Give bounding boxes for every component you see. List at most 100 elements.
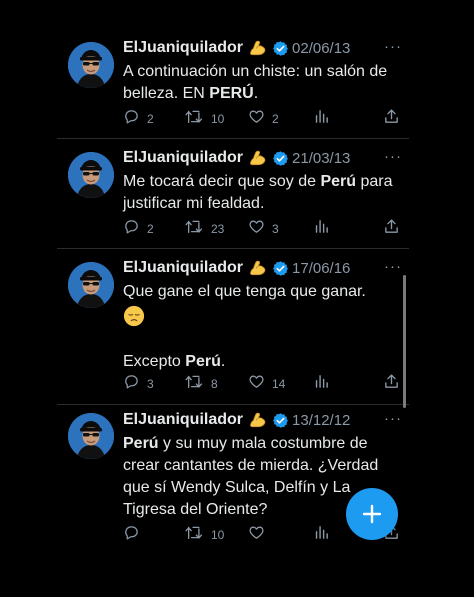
retweet-icon [185, 524, 204, 546]
like-button[interactable]: 3 [248, 220, 279, 238]
tweet-actions: 2 23 3 [123, 218, 400, 240]
tweet-3[interactable]: ElJuaniquilador 17/06/16 ··· Que gane el… [57, 249, 409, 404]
like-button[interactable]: 14 [248, 375, 285, 393]
text-segment: . [220, 353, 226, 370]
heart-icon [248, 373, 265, 395]
retweet-count: 23 [211, 222, 225, 236]
flexed-biceps-emoji-icon [248, 410, 268, 430]
tweet-text: Que gane el que tenga que ganar. Excepto… [123, 281, 405, 373]
more-options-icon[interactable]: ··· [384, 148, 402, 165]
text-segment: Me tocará decir que soy de [123, 173, 321, 190]
retweet-count: 8 [211, 377, 218, 391]
compose-tweet-button[interactable] [346, 488, 398, 540]
text-bold-segment: Perú [123, 435, 159, 452]
views-button[interactable] [313, 110, 330, 128]
username[interactable]: ElJuaniquilador [123, 259, 243, 277]
retweet-count: 10 [211, 528, 225, 542]
tweet-header: ElJuaniquilador 13/12/12 [123, 409, 350, 431]
reply-icon [123, 108, 140, 130]
avatar[interactable] [68, 413, 114, 459]
reply-button[interactable] [123, 526, 147, 544]
flexed-biceps-emoji-icon [248, 148, 268, 168]
tweet-date[interactable]: 17/06/16 [292, 260, 350, 277]
analytics-icon [313, 108, 330, 130]
verified-badge-icon [272, 40, 289, 57]
analytics-icon [313, 218, 330, 240]
username[interactable]: ElJuaniquilador [123, 149, 243, 167]
share-button[interactable] [383, 373, 400, 395]
flexed-biceps-emoji-icon [248, 258, 268, 278]
reply-count: 2 [147, 222, 154, 236]
more-options-icon[interactable]: ··· [384, 38, 402, 55]
retweet-count: 10 [211, 112, 225, 126]
heart-icon [248, 524, 265, 546]
text-segment: y su muy mala costumbre de crear cantant… [123, 435, 379, 518]
avatar[interactable] [68, 262, 114, 308]
plus-icon [362, 504, 382, 524]
more-options-icon[interactable]: ··· [384, 258, 402, 275]
heart-icon [248, 218, 265, 240]
share-icon [383, 108, 400, 130]
text-bold-segment: PERÚ [209, 85, 254, 102]
text-line: Que gane el que tenga que ganar. [123, 283, 366, 300]
retweet-button[interactable]: 10 [185, 110, 224, 128]
text-segment: Excepto [123, 353, 186, 370]
retweet-icon [185, 218, 204, 240]
avatar[interactable] [68, 42, 114, 88]
retweet-button[interactable]: 8 [185, 375, 218, 393]
views-button[interactable] [313, 375, 330, 393]
verified-badge-icon [272, 260, 289, 277]
retweet-button[interactable]: 23 [185, 220, 224, 238]
reply-icon [123, 218, 140, 240]
reply-icon [123, 373, 140, 395]
tweet-actions: 3 8 14 [123, 373, 400, 395]
reply-button[interactable]: 2 [123, 220, 154, 238]
tweet-1[interactable]: ElJuaniquilador 02/06/13 ··· A continuac… [57, 28, 409, 138]
like-count: 2 [272, 112, 279, 126]
reply-button[interactable]: 2 [123, 110, 154, 128]
like-count: 3 [272, 222, 279, 236]
share-icon [383, 373, 400, 395]
retweet-icon [185, 108, 204, 130]
tweet-date[interactable]: 13/12/12 [292, 412, 350, 429]
more-options-icon[interactable]: ··· [384, 410, 402, 427]
retweet-button[interactable]: 10 [185, 526, 224, 544]
tweet-date[interactable]: 02/06/13 [292, 40, 350, 57]
like-button[interactable]: 2 [248, 110, 279, 128]
analytics-icon [313, 524, 330, 546]
tweet-text: A continuación un chiste: un salón de be… [123, 61, 405, 105]
text-bold-segment: Perú [320, 173, 357, 190]
scrollbar[interactable] [403, 275, 406, 408]
share-icon [383, 218, 400, 240]
tweet-feed[interactable]: ElJuaniquilador 02/06/13 ··· A continuac… [57, 28, 409, 560]
text-segment: . [253, 85, 259, 102]
share-button[interactable] [383, 218, 400, 240]
tweet-4[interactable]: ElJuaniquilador 13/12/12 ··· Perú y su m… [57, 405, 409, 560]
reply-count: 2 [147, 112, 154, 126]
share-button[interactable] [383, 108, 400, 130]
tweet-header: ElJuaniquilador 21/03/13 [123, 147, 350, 169]
tweet-2[interactable]: ElJuaniquilador 21/03/13 ··· Me tocará d… [57, 139, 409, 248]
like-button[interactable] [248, 526, 272, 544]
pensive-face-emoji-icon [123, 303, 405, 329]
reply-icon [123, 524, 140, 546]
analytics-icon [313, 373, 330, 395]
views-button[interactable] [313, 526, 330, 544]
username[interactable]: ElJuaniquilador [123, 39, 243, 57]
verified-badge-icon [272, 412, 289, 429]
verified-badge-icon [272, 150, 289, 167]
avatar[interactable] [68, 152, 114, 198]
tweet-header: ElJuaniquilador 02/06/13 [123, 37, 350, 59]
reply-count: 3 [147, 377, 154, 391]
tweet-text: Me tocará decir que soy de Perú para jus… [123, 171, 405, 215]
username[interactable]: ElJuaniquilador [123, 411, 243, 429]
reply-button[interactable]: 3 [123, 375, 154, 393]
retweet-icon [185, 373, 204, 395]
views-button[interactable] [313, 220, 330, 238]
tweet-actions: 2 10 2 [123, 108, 400, 130]
text-line: Excepto Perú. [123, 351, 405, 373]
flexed-biceps-emoji-icon [248, 38, 268, 58]
text-bold-segment: Perú [185, 353, 221, 370]
heart-icon [248, 108, 265, 130]
tweet-date[interactable]: 21/03/13 [292, 150, 350, 167]
